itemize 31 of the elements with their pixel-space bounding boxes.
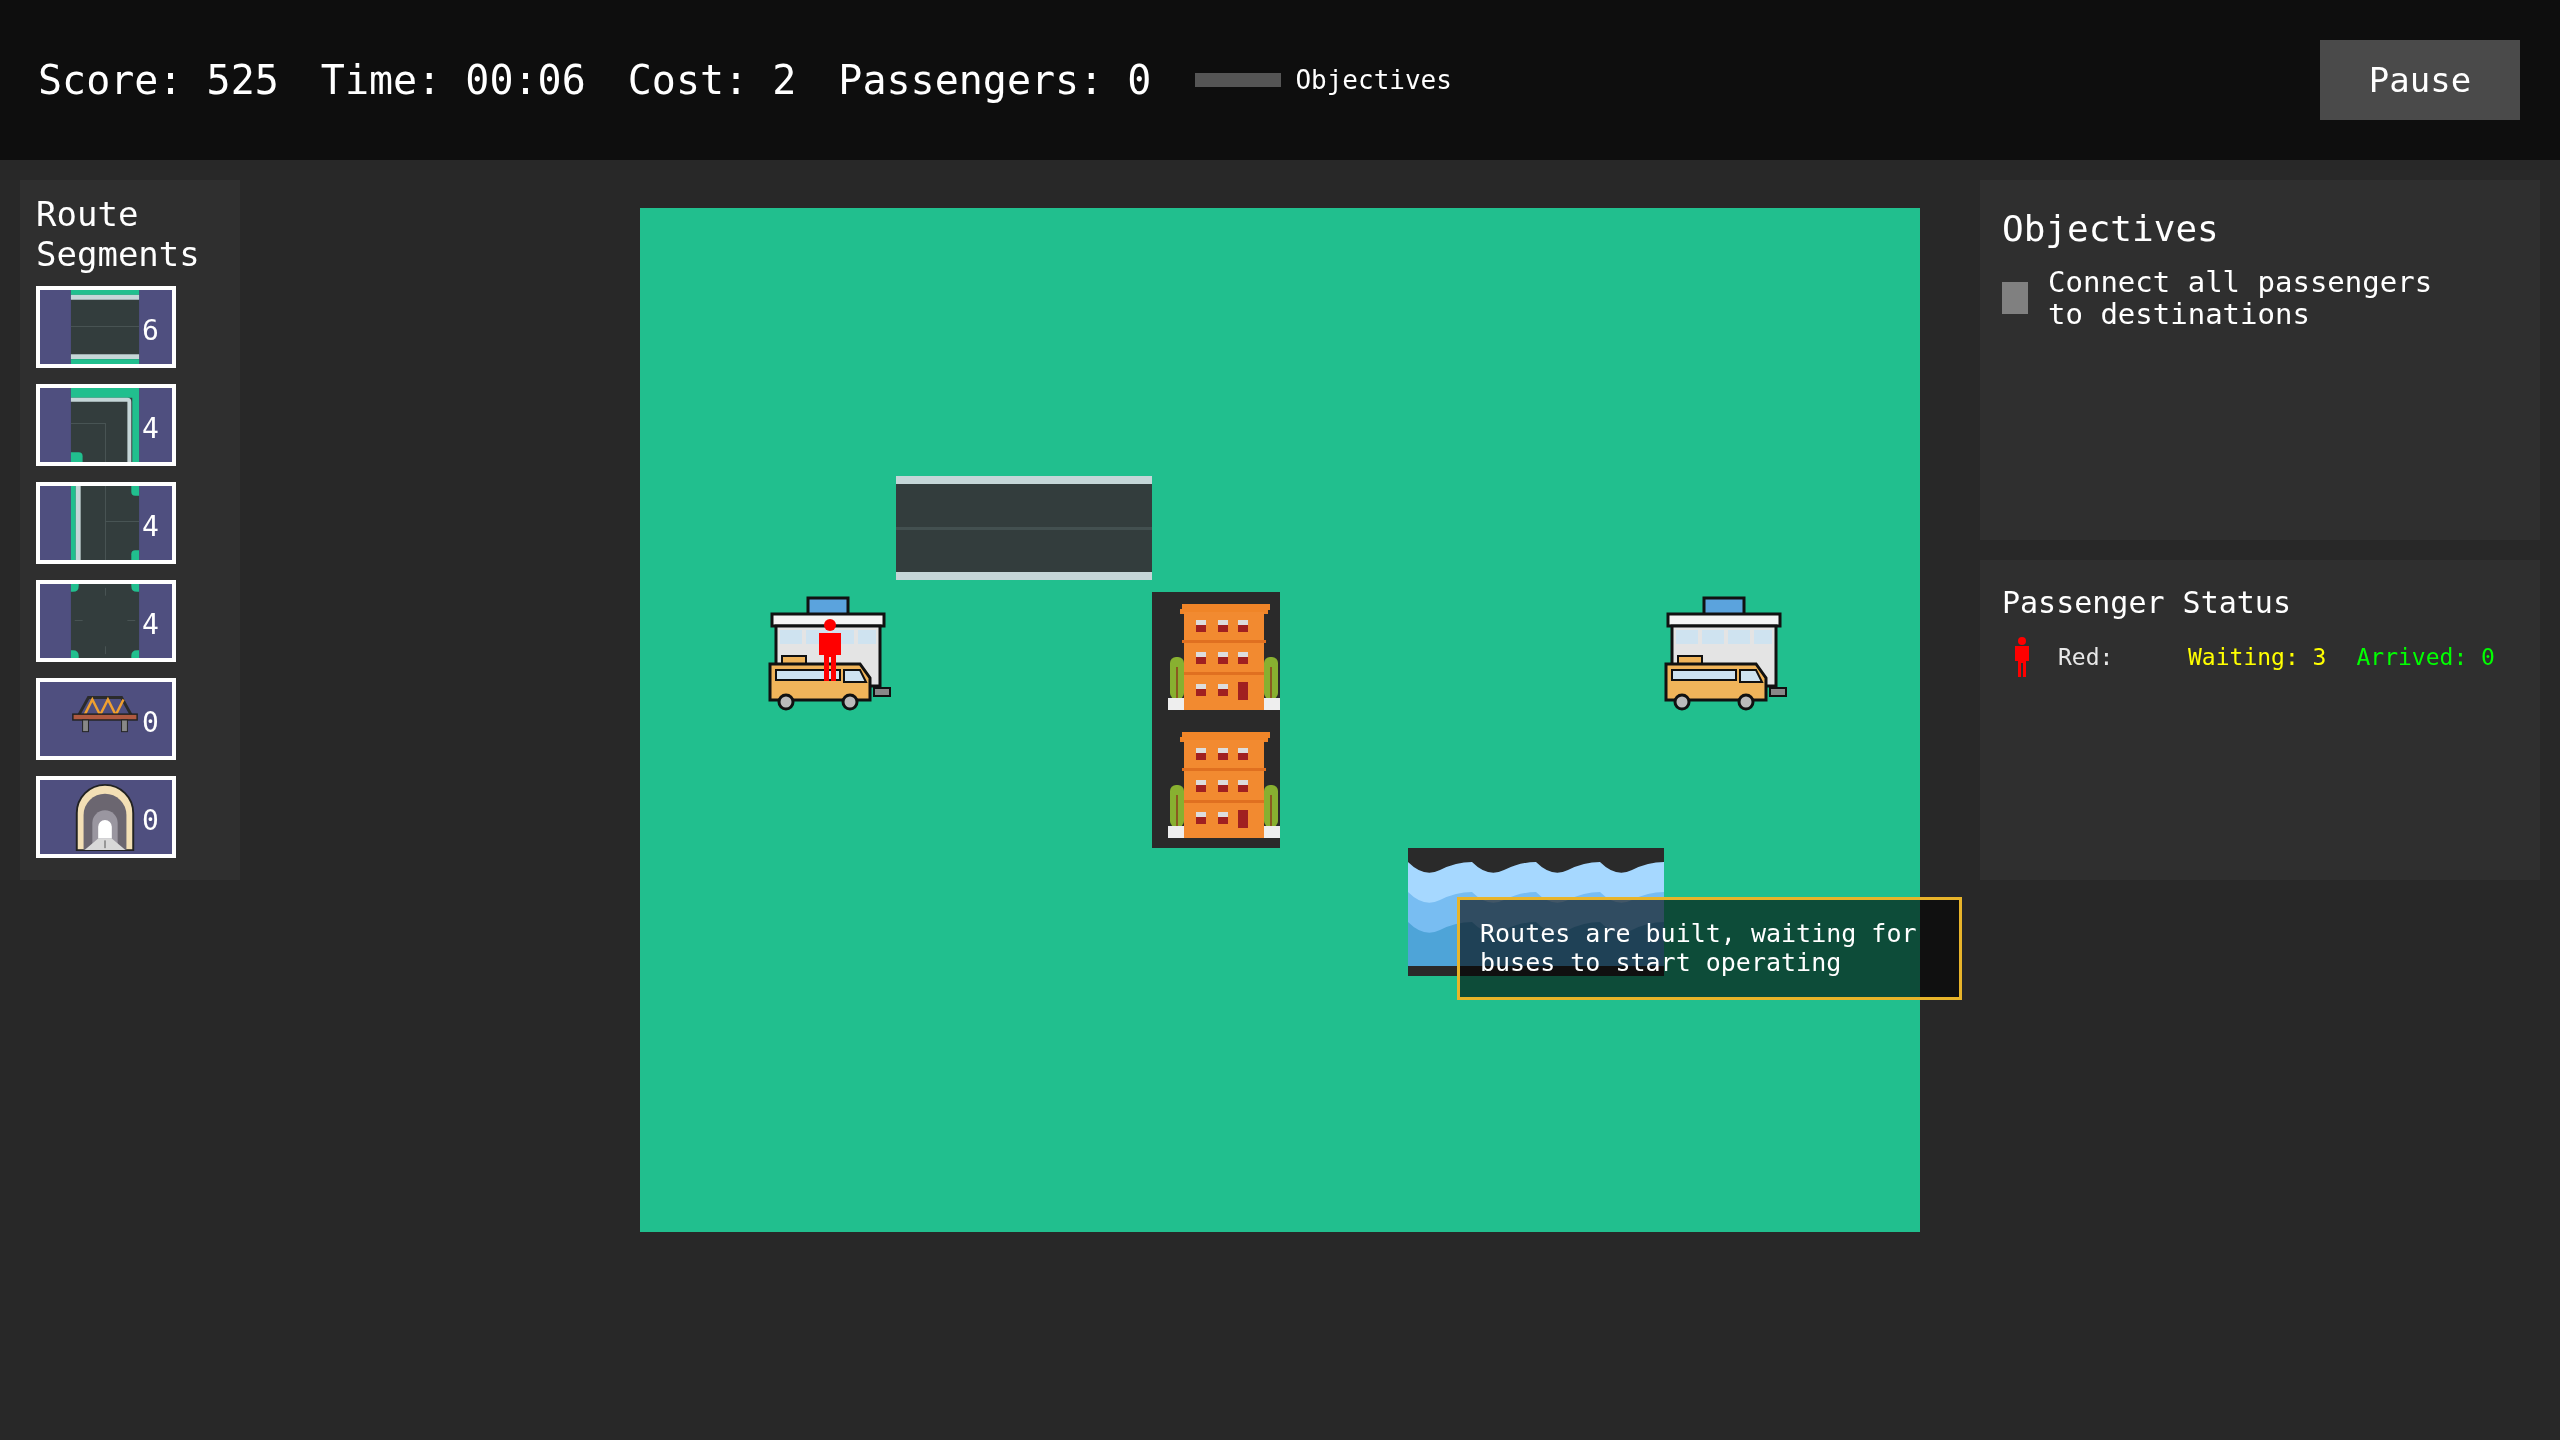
hud-stat: Score: 525 bbox=[38, 56, 279, 105]
straight-road-icon bbox=[70, 290, 140, 364]
segment-count: 6 bbox=[142, 317, 159, 345]
segment-count: 4 bbox=[142, 415, 159, 443]
crossroads-icon bbox=[70, 584, 140, 658]
objective-text: Connect all passengers to destinations bbox=[2048, 266, 2434, 330]
pause-button[interactable]: Pause bbox=[2320, 40, 2520, 120]
segment-button[interactable]: 4 bbox=[36, 580, 176, 662]
objectives-toggle-label[interactable]: Objectives bbox=[1295, 60, 1452, 100]
t-junction-road-icon bbox=[70, 486, 140, 560]
segment-count: 4 bbox=[142, 611, 159, 639]
arrived-count: Arrived: 0 bbox=[2356, 642, 2495, 672]
segment-count: 0 bbox=[142, 709, 159, 737]
status-tooltip: Routes are built, waiting for buses to start operating bbox=[1457, 897, 1962, 1000]
objectives-title: Objectives bbox=[2002, 207, 2220, 251]
segment-button[interactable]: 6 bbox=[36, 286, 176, 368]
segment-button[interactable]: 0 bbox=[36, 678, 176, 760]
segment-button[interactable]: 4 bbox=[36, 384, 176, 466]
corner-road-icon bbox=[70, 388, 140, 462]
waiting-count: Waiting: 3 bbox=[2188, 642, 2327, 672]
route-segments-title: Route Segments bbox=[36, 194, 201, 274]
passenger-status-title: Passenger Status bbox=[2002, 584, 2292, 622]
segment-count: 0 bbox=[142, 807, 159, 835]
segment-button[interactable]: 0 bbox=[36, 776, 176, 858]
segment-count: 4 bbox=[142, 513, 159, 541]
hud-stat: Passengers: 0 bbox=[838, 56, 1152, 105]
segment-button[interactable]: 4 bbox=[36, 482, 176, 564]
hud-stat: Time: 00:06 bbox=[320, 56, 586, 105]
passenger-color-label: Red: bbox=[2058, 642, 2115, 672]
hud-stat: Cost: 2 bbox=[627, 56, 797, 105]
objectives-toggle-bar[interactable] bbox=[1195, 73, 1282, 87]
